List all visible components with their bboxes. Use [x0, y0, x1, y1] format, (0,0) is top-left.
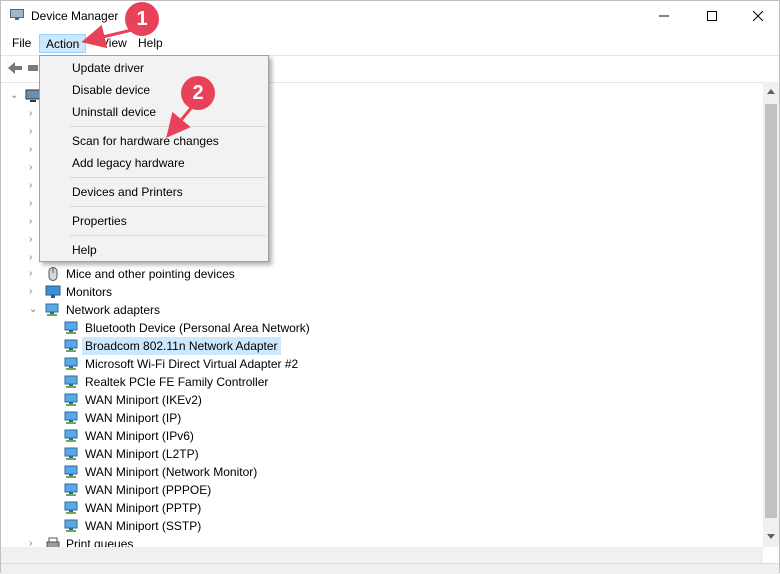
- chevron-right-icon[interactable]: ›: [29, 195, 39, 213]
- annotation-badge-1: 1: [125, 2, 159, 36]
- menu-separator: [70, 235, 266, 236]
- scroll-up-icon[interactable]: [767, 88, 775, 94]
- tree-category-label: Monitors: [66, 285, 113, 299]
- menu-help[interactable]: Help: [132, 34, 169, 53]
- scroll-down-icon[interactable]: [767, 534, 775, 540]
- horizontal-scrollbar[interactable]: [1, 547, 763, 563]
- action-menu-item-uninstall-device[interactable]: Uninstall device: [40, 101, 268, 123]
- tree-adapter-label: WAN Miniport (SSTP): [85, 519, 202, 533]
- tree-adapter-label: Bluetooth Device (Personal Area Network): [85, 321, 310, 335]
- status-bar: [1, 563, 779, 574]
- mouse-icon: [48, 267, 58, 281]
- tree-adapter-label: Realtek PCIe FE Family Controller: [85, 375, 269, 389]
- chevron-down-icon[interactable]: ⌄: [29, 301, 39, 319]
- menu-separator: [70, 126, 266, 127]
- tree-category-monitors[interactable]: › Monitors: [1, 283, 401, 301]
- annotation-badge-2: 2: [181, 76, 215, 110]
- adapter-icon: [64, 393, 78, 406]
- tree-adapter-label: WAN Miniport (IPv6): [85, 429, 194, 443]
- tree-adapter-item[interactable]: Broadcom 802.11n Network Adapter: [1, 337, 401, 355]
- adapter-icon: [64, 429, 78, 442]
- network-icon: [45, 303, 59, 316]
- adapter-icon: [64, 321, 78, 334]
- tree-adapter-item[interactable]: Microsoft Wi-Fi Direct Virtual Adapter #…: [1, 355, 401, 373]
- title-bar: Device Manager: [1, 1, 779, 31]
- tree-adapter-item[interactable]: WAN Miniport (IKEv2): [1, 391, 401, 409]
- menu-separator: [70, 177, 266, 178]
- tree-adapter-item[interactable]: WAN Miniport (IP): [1, 409, 401, 427]
- tree-category-label: Network adapters: [66, 303, 161, 317]
- tree-adapter-item[interactable]: Realtek PCIe FE Family Controller: [1, 373, 401, 391]
- adapter-icon: [64, 375, 78, 388]
- chevron-down-icon[interactable]: ⌄: [10, 87, 20, 105]
- vertical-scrollbar[interactable]: [763, 82, 779, 547]
- tree-adapter-label: WAN Miniport (PPPOE): [85, 483, 212, 497]
- menu-file[interactable]: File: [6, 34, 37, 53]
- toolbar-device-icon[interactable]: [28, 63, 38, 73]
- tree-adapter-item[interactable]: WAN Miniport (PPTP): [1, 499, 401, 517]
- chevron-right-icon[interactable]: ›: [29, 283, 39, 301]
- tree-adapter-item[interactable]: WAN Miniport (SSTP): [1, 517, 401, 535]
- tree-adapter-item[interactable]: Bluetooth Device (Personal Area Network): [1, 319, 401, 337]
- action-menu-item-scan-for-hardware-changes[interactable]: Scan for hardware changes: [40, 130, 268, 152]
- adapter-icon: [64, 483, 78, 496]
- tree-adapter-label: Microsoft Wi-Fi Direct Virtual Adapter #…: [85, 357, 299, 371]
- adapter-icon: [64, 519, 78, 532]
- tree-category-network-adapters[interactable]: ⌄ Network adapters: [1, 301, 401, 319]
- window-title: Device Manager: [31, 9, 119, 23]
- tree-adapter-label: WAN Miniport (L2TP): [85, 447, 199, 461]
- chevron-right-icon[interactable]: ›: [29, 535, 39, 547]
- adapter-icon: [64, 447, 78, 460]
- tree-adapter-label: Broadcom 802.11n Network Adapter: [82, 337, 281, 355]
- scrollbar-thumb[interactable]: [765, 104, 777, 518]
- tree-adapter-label: WAN Miniport (IP): [85, 411, 182, 425]
- adapter-icon: [64, 501, 78, 514]
- action-menu-item-properties[interactable]: Properties: [40, 210, 268, 232]
- chevron-right-icon[interactable]: ›: [29, 177, 39, 195]
- adapter-icon: [64, 357, 78, 370]
- tree-adapter-item[interactable]: WAN Miniport (L2TP): [1, 445, 401, 463]
- maximize-icon: [707, 11, 717, 21]
- chevron-right-icon[interactable]: ›: [29, 265, 39, 283]
- chevron-right-icon[interactable]: ›: [29, 231, 39, 249]
- action-menu: Update driver Disable device Uninstall dev…: [39, 55, 269, 262]
- maximize-button[interactable]: [689, 1, 735, 31]
- back-arrow-icon[interactable]: [7, 61, 23, 75]
- action-menu-item-devices-and-printers[interactable]: Devices and Printers: [40, 181, 268, 203]
- tree-category-label: Print queues: [66, 537, 134, 547]
- chevron-right-icon[interactable]: ›: [29, 105, 39, 123]
- menu-action[interactable]: Action: [39, 34, 87, 53]
- chevron-right-icon[interactable]: ›: [29, 141, 39, 159]
- adapter-icon: [64, 465, 78, 478]
- tree-adapter-label: WAN Miniport (PPTP): [85, 501, 202, 515]
- tree-category-mice-and-other-pointing-devices[interactable]: › Mice and other pointing devices: [1, 265, 401, 283]
- action-menu-item-add-legacy-hardware[interactable]: Add legacy hardware: [40, 152, 268, 174]
- device-manager-icon: [10, 9, 24, 20]
- minimize-button[interactable]: [641, 1, 687, 31]
- tree-root-row[interactable]: ⌄: [1, 87, 41, 105]
- tree-adapter-item[interactable]: WAN Miniport (Network Monitor): [1, 463, 401, 481]
- action-menu-item-help[interactable]: Help: [40, 239, 268, 261]
- menu-bar: File Action View Help: [1, 32, 779, 54]
- chevron-right-icon[interactable]: ›: [29, 123, 39, 141]
- monitor-icon: [45, 285, 61, 298]
- menu-view[interactable]: View: [95, 34, 133, 53]
- adapter-icon: [64, 411, 78, 424]
- adapter-icon: [64, 339, 78, 352]
- close-button[interactable]: [735, 1, 780, 31]
- close-icon: [753, 11, 763, 21]
- tree-adapter-item[interactable]: WAN Miniport (PPPOE): [1, 481, 401, 499]
- menu-separator: [70, 206, 266, 207]
- tree-adapter-item[interactable]: WAN Miniport (IPv6): [1, 427, 401, 445]
- action-menu-item-update-driver[interactable]: Update driver: [40, 57, 268, 79]
- printer-icon: [46, 537, 60, 547]
- tree-category-label: Mice and other pointing devices: [66, 267, 235, 281]
- tree-adapter-label: WAN Miniport (Network Monitor): [85, 465, 258, 479]
- chevron-right-icon[interactable]: ›: [29, 213, 39, 231]
- chevron-right-icon[interactable]: ›: [29, 159, 39, 177]
- action-menu-item-disable-device[interactable]: Disable device: [40, 79, 268, 101]
- tree-adapter-label: WAN Miniport (IKEv2): [85, 393, 202, 407]
- minimize-icon: [659, 15, 669, 17]
- tree-category-print-queues[interactable]: › Print queues: [1, 535, 401, 547]
